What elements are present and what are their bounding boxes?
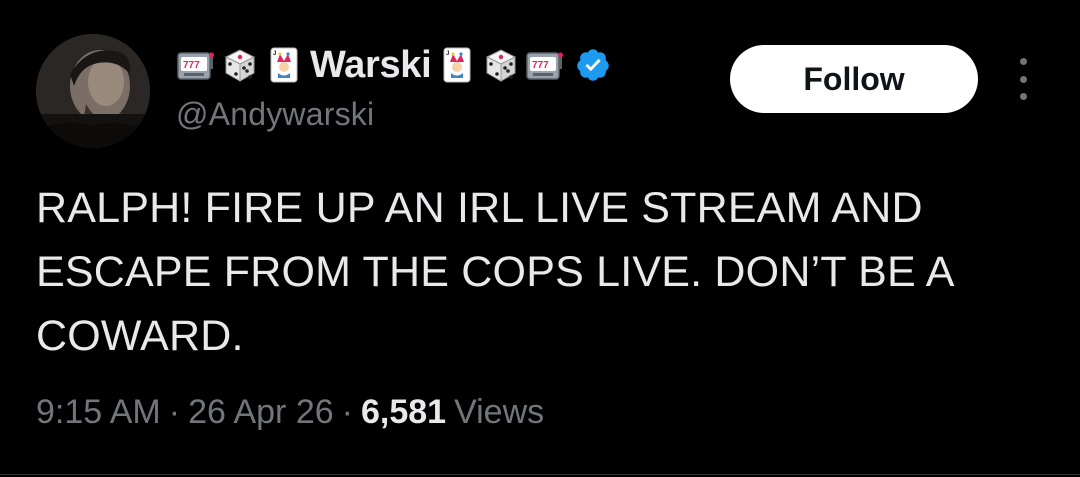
verified-badge-icon[interactable] xyxy=(575,47,611,83)
dice-icon xyxy=(220,45,260,85)
meta-separator: · xyxy=(341,393,353,431)
slot-machine-icon: 777 xyxy=(176,45,216,85)
more-options-icon[interactable] xyxy=(1008,58,1038,100)
follow-button[interactable]: Follow xyxy=(730,45,978,113)
author-name-row[interactable]: 777 J Warski J 777 xyxy=(176,40,611,90)
tweet-date[interactable]: 26 Apr 26 xyxy=(188,393,334,432)
slot-machine-icon: 777 xyxy=(525,45,565,85)
more-dot xyxy=(1019,58,1027,65)
svg-text:777: 777 xyxy=(183,60,200,71)
svg-text:J: J xyxy=(273,51,276,57)
views-label: Views xyxy=(454,393,545,431)
avatar[interactable] xyxy=(36,34,150,148)
svg-text:777: 777 xyxy=(532,60,549,71)
more-dot xyxy=(1019,75,1027,83)
author-handle[interactable]: @Andywarski xyxy=(176,96,374,133)
avatar-image xyxy=(36,34,150,148)
joker-card-icon: J xyxy=(437,45,477,85)
author-display-name[interactable]: Warski xyxy=(310,44,432,87)
svg-text:J: J xyxy=(446,51,449,57)
more-dot xyxy=(1019,93,1027,100)
tweet-card: 777 J Warski J 777 @Andywarski Follow RA… xyxy=(0,0,1080,477)
views-count[interactable]: 6,581 xyxy=(361,393,446,432)
joker-card-icon: J xyxy=(264,45,304,85)
tweet-text: RALPH! FIRE UP AN IRL LIVE STREAM AND ES… xyxy=(36,184,953,360)
meta-separator: · xyxy=(168,393,181,431)
divider xyxy=(0,474,1080,475)
tweet-meta: 9:15 AM · 26 Apr 26 · 6,581 Views xyxy=(36,393,544,432)
dice-icon xyxy=(481,45,521,85)
tweet-time[interactable]: 9:15 AM xyxy=(36,393,161,432)
